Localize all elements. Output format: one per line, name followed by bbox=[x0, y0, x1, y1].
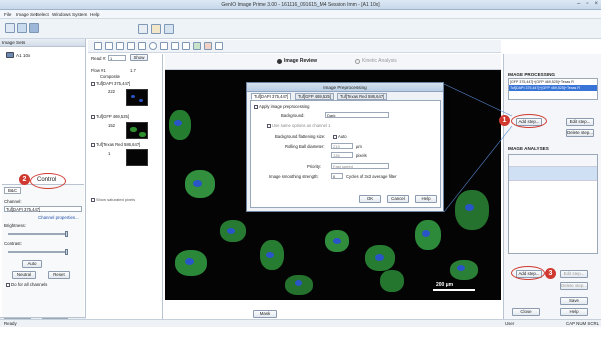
status-right: CAP NUM SCRL bbox=[566, 321, 600, 326]
blank-area bbox=[0, 327, 601, 358]
status-bar: Ready User CAP NUM SCRL bbox=[0, 319, 601, 327]
status-left: Ready bbox=[4, 321, 17, 326]
connector-lines bbox=[443, 83, 513, 213]
status-user: User bbox=[505, 321, 515, 326]
